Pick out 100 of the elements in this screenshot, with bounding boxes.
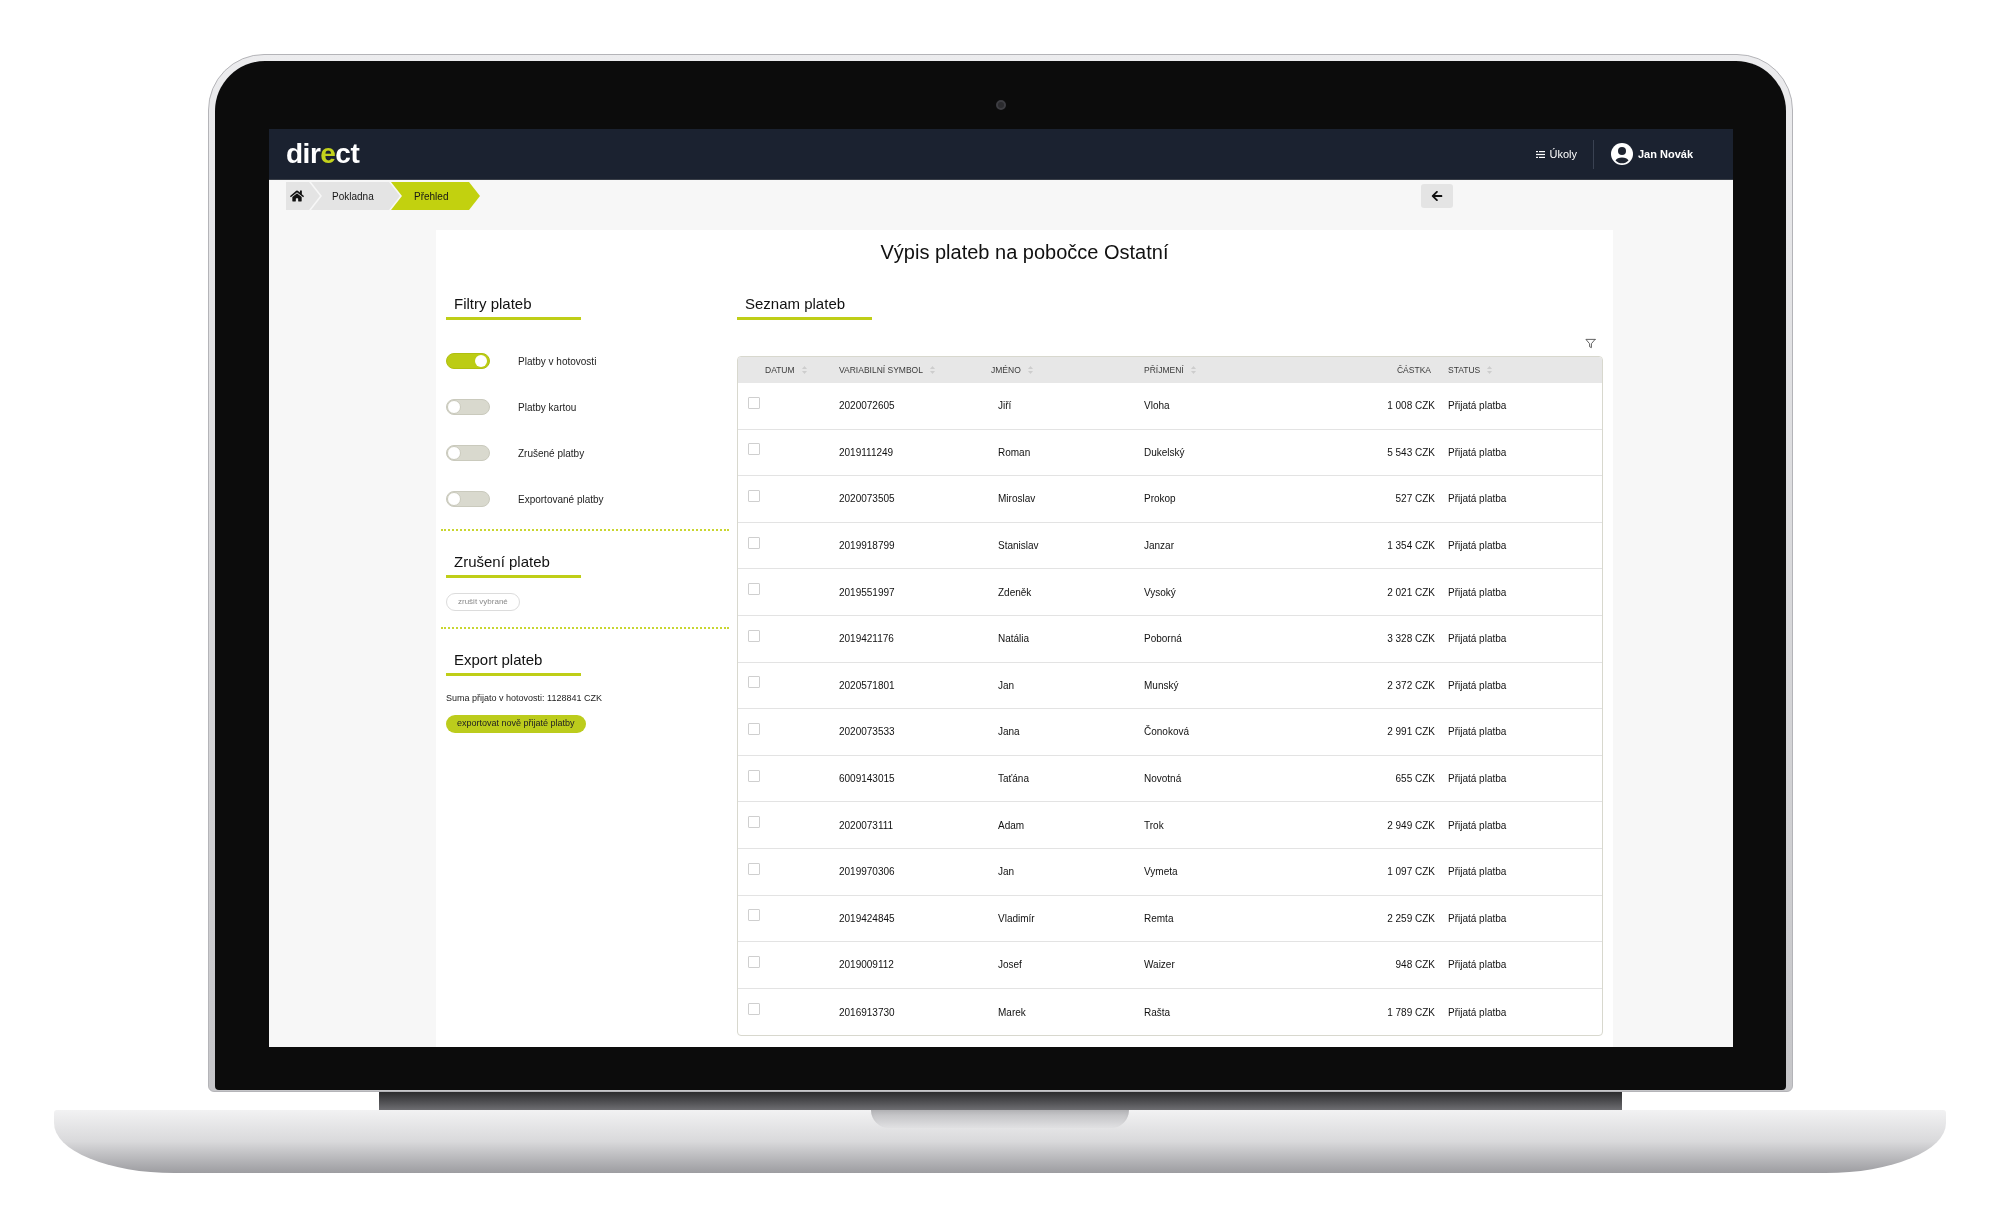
filter-icon[interactable] [1585, 338, 1596, 349]
tasks-link[interactable]: Úkoly [1536, 145, 1577, 163]
row-checkbox[interactable] [748, 955, 760, 968]
page-title: Výpis plateb na pobočce Ostatní [880, 240, 1169, 265]
row-checkbox[interactable] [748, 816, 760, 829]
user-menu[interactable]: Jan Novák [1610, 143, 1693, 165]
table-cell-text: Prokop [1144, 492, 1176, 507]
row-checkbox[interactable] [748, 490, 760, 502]
row-checkbox[interactable] [748, 583, 760, 596]
sort-icon [801, 366, 807, 374]
table-cell-text: 2 259 CZK [1387, 911, 1436, 926]
table-cell-text: 655 CZK [1395, 772, 1436, 787]
table-cell-text: Josef [997, 958, 1022, 973]
table-cell-text: Přijatá platba [1448, 632, 1507, 647]
toggle-switch[interactable] [446, 445, 490, 461]
table-cell-text: Vladimír [997, 911, 1035, 926]
toggle-label: Platby kartou [518, 400, 577, 415]
table-cell-text: Přijatá platba [1448, 958, 1507, 973]
sort-icon [1027, 366, 1033, 374]
row-checkbox[interactable] [748, 722, 760, 735]
table-cell-text: Přijatá platba [1448, 865, 1507, 880]
table-cell-text: Roman [997, 445, 1031, 460]
table-cell-text: 2019970306 [839, 865, 895, 880]
column-header[interactable]: STATUS [1448, 357, 1602, 383]
table-cell-text: Novotná [1144, 772, 1182, 787]
table-cell-text: Přijatá platba [1448, 725, 1507, 740]
toggle-label: Exportované platby [518, 492, 604, 507]
toggle-switch[interactable] [446, 399, 490, 415]
table-cell-text: 2020073111 [839, 818, 894, 833]
table-cell-text: 2016913730 [839, 1005, 895, 1020]
table-cell-text: 948 CZK [1395, 958, 1436, 973]
table-cell-text: Munský [1144, 678, 1179, 693]
table-cell-text: 2020073533 [839, 725, 895, 740]
table-cell-text: 1 789 CZK [1387, 1005, 1436, 1020]
table-cell-text: Vymeta [1144, 865, 1178, 880]
table-cell-text: Remta [1144, 911, 1174, 926]
cancel-selected-button[interactable]: zrušit vybrané [446, 593, 520, 611]
table-cell-text: 5 543 CZK [1387, 445, 1436, 460]
toggle-switch[interactable] [446, 353, 490, 369]
table-cell-text: Janzar [1144, 539, 1174, 554]
row-checkbox[interactable] [748, 396, 760, 409]
table-cell-text: 2020072605 [839, 399, 895, 414]
table-cell-text: 2020571801 [839, 678, 895, 693]
row-checkbox[interactable] [748, 1003, 760, 1015]
list-icon [1536, 150, 1546, 158]
table-cell-text: Adam [997, 818, 1025, 833]
table-cell-text: Jan [997, 678, 1015, 693]
table-cell-text: Dukelský [1144, 445, 1185, 460]
table-cell-text: 1 354 CZK [1387, 539, 1436, 554]
row-checkbox[interactable] [748, 443, 760, 456]
row-checkbox[interactable] [748, 536, 760, 549]
row-checkbox[interactable] [748, 909, 760, 922]
table-cell-text: Přijatá platba [1448, 539, 1507, 554]
section-heading: Export plateb [446, 650, 581, 676]
column-header[interactable]: VARIABILNÍ SYMBOL [839, 357, 991, 383]
row-checkbox[interactable] [748, 769, 760, 782]
table-cell-text: Přijatá platba [1448, 585, 1507, 600]
table-cell-text: Natália [997, 632, 1030, 647]
table-cell-text: 2019918799 [839, 539, 895, 554]
table-cell-text: 6009143015 [839, 772, 895, 787]
sort-icon [1190, 366, 1196, 374]
table-cell-text: 2019009112 [839, 958, 894, 973]
table-cell-text: Marek [997, 1005, 1026, 1020]
table-cell-text: Zdeněk [997, 585, 1032, 600]
table-cell-text: 3 328 CZK [1387, 632, 1436, 647]
back-button[interactable] [1421, 184, 1453, 208]
table-cell-text: 2 021 CZK [1387, 585, 1436, 600]
column-header[interactable]: JMÉNO [991, 357, 1144, 383]
column-header[interactable]: DATUM [738, 357, 839, 383]
table-cell-text: 527 CZK [1395, 492, 1436, 507]
toggle-label: Zrušené platby [518, 446, 585, 461]
table-cell-text: Jan [997, 865, 1015, 880]
section-heading: Filtry plateb [446, 294, 581, 320]
table-cell-text: Waizer [1144, 958, 1175, 973]
section-heading: Zrušení plateb [446, 552, 581, 578]
row-checkbox[interactable] [748, 676, 760, 689]
table-cell-text: Poborná [1144, 632, 1182, 647]
table-cell-text: Přijatá platba [1448, 445, 1507, 460]
column-header[interactable]: PŘÍJMENÍ [1144, 357, 1328, 383]
table-cell-text: 2019551997 [839, 585, 895, 600]
chevron-icon [469, 182, 482, 210]
table-cell-text: Taťána [997, 772, 1029, 787]
table-cell-text: Jana [997, 725, 1020, 740]
table-cell-text: 2019421176 [839, 632, 894, 647]
row-checkbox[interactable] [748, 629, 760, 642]
chevron-icon [389, 182, 402, 210]
column-header[interactable]: ČÁSTKA [1328, 357, 1448, 383]
table-cell-text: 2 372 CZK [1387, 678, 1436, 693]
export-button[interactable]: exportovat nově přijaté platby [446, 715, 586, 733]
table-cell-text: Vloha [1144, 399, 1170, 414]
table-cell-text: Stanislav [997, 539, 1039, 554]
logo: direct [286, 140, 360, 168]
table-cell-text: Vysoký [1144, 585, 1176, 600]
table-cell-text: Přijatá platba [1448, 772, 1507, 787]
toggle-switch[interactable] [446, 491, 490, 507]
table-cell-text: 2 949 CZK [1387, 818, 1436, 833]
table-cell-text: Přijatá platba [1448, 399, 1507, 414]
row-checkbox[interactable] [748, 862, 760, 875]
table-cell-text: Trok [1144, 818, 1164, 833]
table-cell-text: Přijatá platba [1448, 678, 1507, 693]
